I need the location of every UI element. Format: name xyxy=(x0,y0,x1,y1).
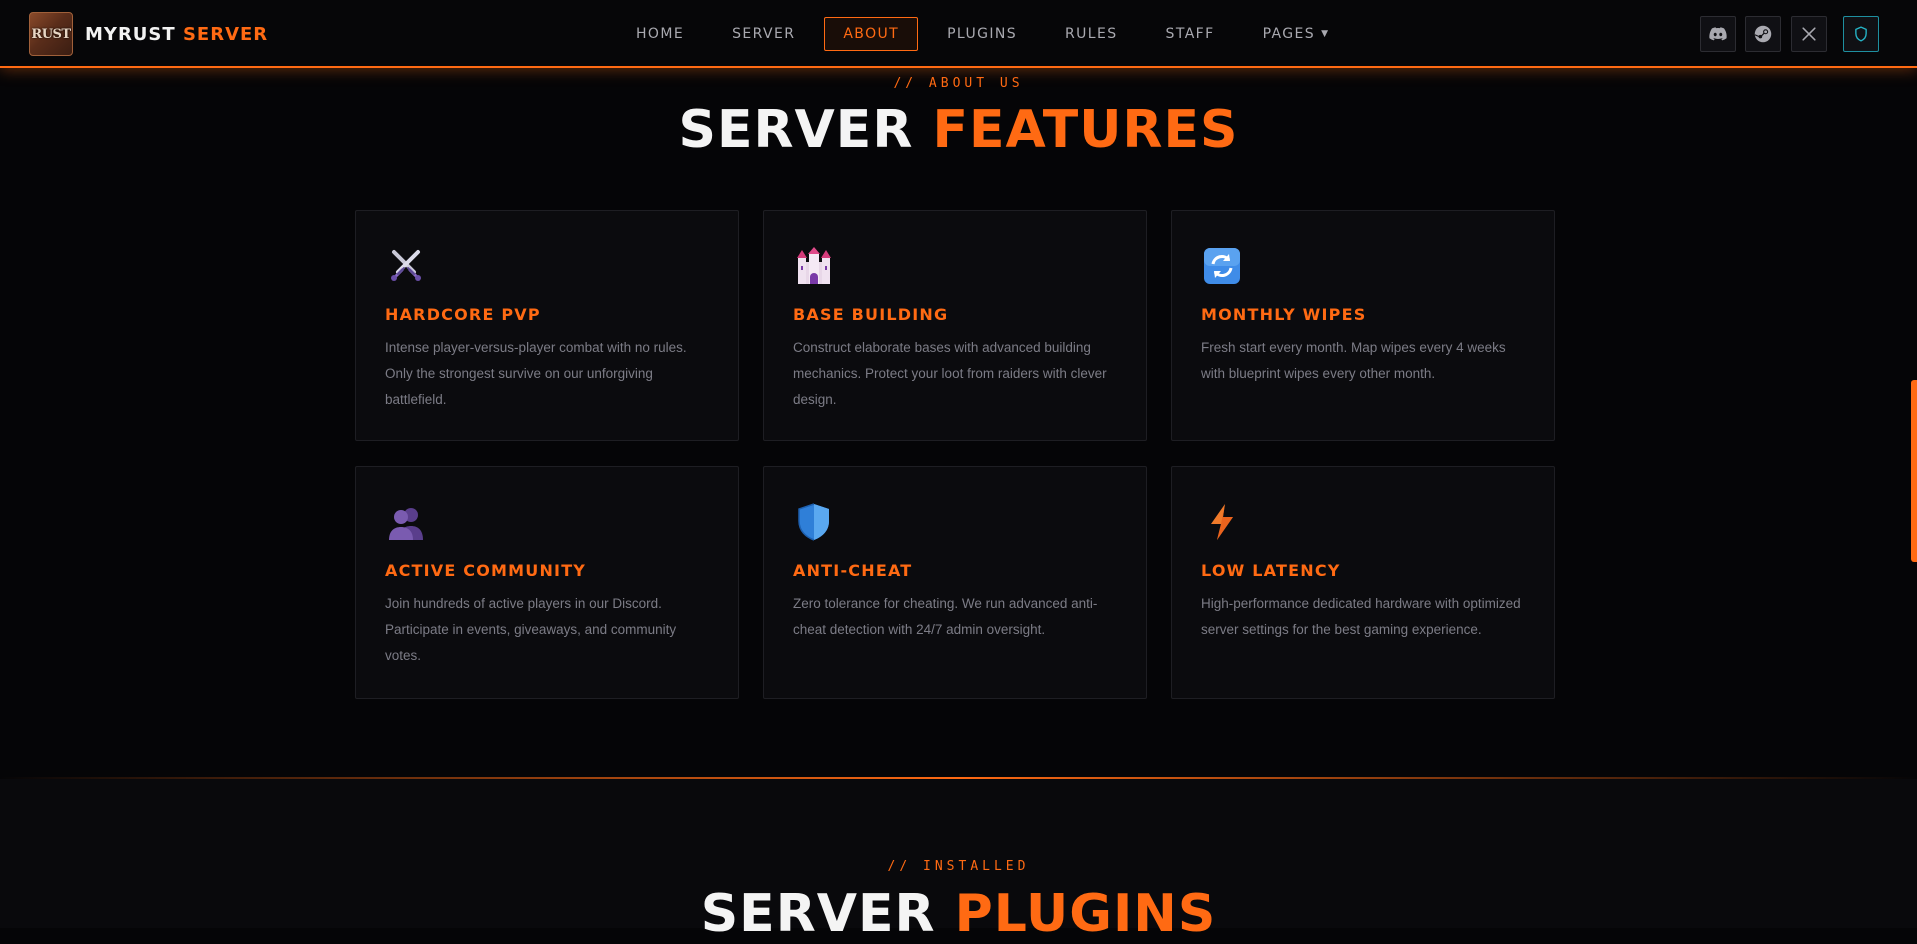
features-eyebrow: // ABOUT US xyxy=(893,76,1024,91)
top-navbar: RUST MYRUST SERVER HOME SERVER ABOUT PLU… xyxy=(0,0,1917,68)
admin-shield-button[interactable] xyxy=(1843,16,1879,52)
feature-title: MONTHLY WIPES xyxy=(1201,305,1367,324)
x-button[interactable] xyxy=(1791,16,1827,52)
features-title-orange: FEATURES xyxy=(932,100,1239,160)
nav-rules[interactable]: RULES xyxy=(1046,17,1137,51)
features-title: SERVER FEATURES xyxy=(0,100,1917,160)
feature-title: LOW LATENCY xyxy=(1201,561,1341,580)
users-icon xyxy=(389,508,423,540)
feature-card-low-latency: LOW LATENCY High-performance dedicated h… xyxy=(1171,466,1555,699)
discord-button[interactable] xyxy=(1700,16,1736,52)
plugins-title-white: SERVER xyxy=(700,884,936,944)
plugins-title-orange: PLUGINS xyxy=(954,884,1217,944)
nav-server[interactable]: SERVER xyxy=(713,17,814,51)
brand-name-white: MYRUST xyxy=(85,23,176,45)
castle-icon xyxy=(797,247,831,284)
feature-description: Fresh start every month. Map wipes every… xyxy=(1201,340,1506,381)
feature-card-anti-cheat: ANTI-CHEAT Zero tolerance for cheating. … xyxy=(763,466,1147,699)
nav-server-label: SERVER xyxy=(732,26,796,42)
crossed-swords-icon xyxy=(391,250,421,281)
nav-about-label: ABOUT xyxy=(843,26,900,42)
main-nav: HOME SERVER ABOUT PLUGINS RULES STAFF PA… xyxy=(612,17,1353,51)
brand-name: MYRUST SERVER xyxy=(85,24,268,45)
brand-home-link[interactable]: RUST MYRUST SERVER xyxy=(29,12,268,56)
nav-pages-label: PAGES xyxy=(1262,26,1316,42)
lightning-icon xyxy=(1211,504,1233,540)
feature-title: ANTI-CHEAT xyxy=(793,561,913,580)
feature-card-hardcore-pvp: HARDCORE PVP Intense player-versus-playe… xyxy=(355,210,739,441)
feature-description: Construct elaborate bases with advanced … xyxy=(793,340,1107,407)
nav-pages-dropdown[interactable]: PAGES ▼ xyxy=(1244,17,1349,51)
nav-home-label: HOME xyxy=(636,26,685,42)
feature-card-monthly-wipes: MONTHLY WIPES Fresh start every month. M… xyxy=(1171,210,1555,441)
refresh-icon xyxy=(1204,248,1240,284)
plugins-title: SERVER PLUGINS xyxy=(0,884,1917,944)
feature-title: BASE BUILDING xyxy=(793,305,949,324)
shield-icon xyxy=(1855,26,1867,42)
nav-staff-label: STAFF xyxy=(1165,26,1215,42)
nav-about[interactable]: ABOUT xyxy=(824,17,919,51)
feature-title: HARDCORE PVP xyxy=(385,305,541,324)
x-icon xyxy=(1802,27,1816,41)
rust-logo: RUST xyxy=(29,12,73,56)
features-title-white: SERVER xyxy=(678,100,914,160)
brand-name-orange: SERVER xyxy=(182,23,269,45)
feature-title: ACTIVE COMMUNITY xyxy=(385,561,587,580)
feature-description: Join hundreds of active players in our D… xyxy=(385,596,677,663)
nav-staff[interactable]: STAFF xyxy=(1147,17,1234,51)
nav-home[interactable]: HOME xyxy=(617,17,703,51)
feature-description: Intense player-versus-player combat with… xyxy=(385,340,687,407)
plugins-eyebrow: // INSTALLED xyxy=(887,859,1030,874)
feature-description: Zero tolerance for cheating. We run adva… xyxy=(793,596,1098,637)
shield-icon xyxy=(798,503,829,541)
feature-description: High-performance dedicated hardware with… xyxy=(1201,596,1521,637)
feature-card-active-community: ACTIVE COMMUNITY Join hundreds of active… xyxy=(355,466,739,699)
steam-button[interactable] xyxy=(1745,16,1781,52)
discord-icon xyxy=(1709,27,1727,41)
chevron-down-icon: ▼ xyxy=(1321,29,1330,39)
nav-plugins[interactable]: PLUGINS xyxy=(928,17,1036,51)
nav-rules-label: RULES xyxy=(1065,26,1118,42)
nav-plugins-label: PLUGINS xyxy=(947,26,1018,42)
scrollbar-thumb[interactable] xyxy=(1911,380,1917,562)
feature-card-base-building: BASE BUILDING Construct elaborate bases … xyxy=(763,210,1147,441)
steam-icon xyxy=(1754,25,1772,43)
